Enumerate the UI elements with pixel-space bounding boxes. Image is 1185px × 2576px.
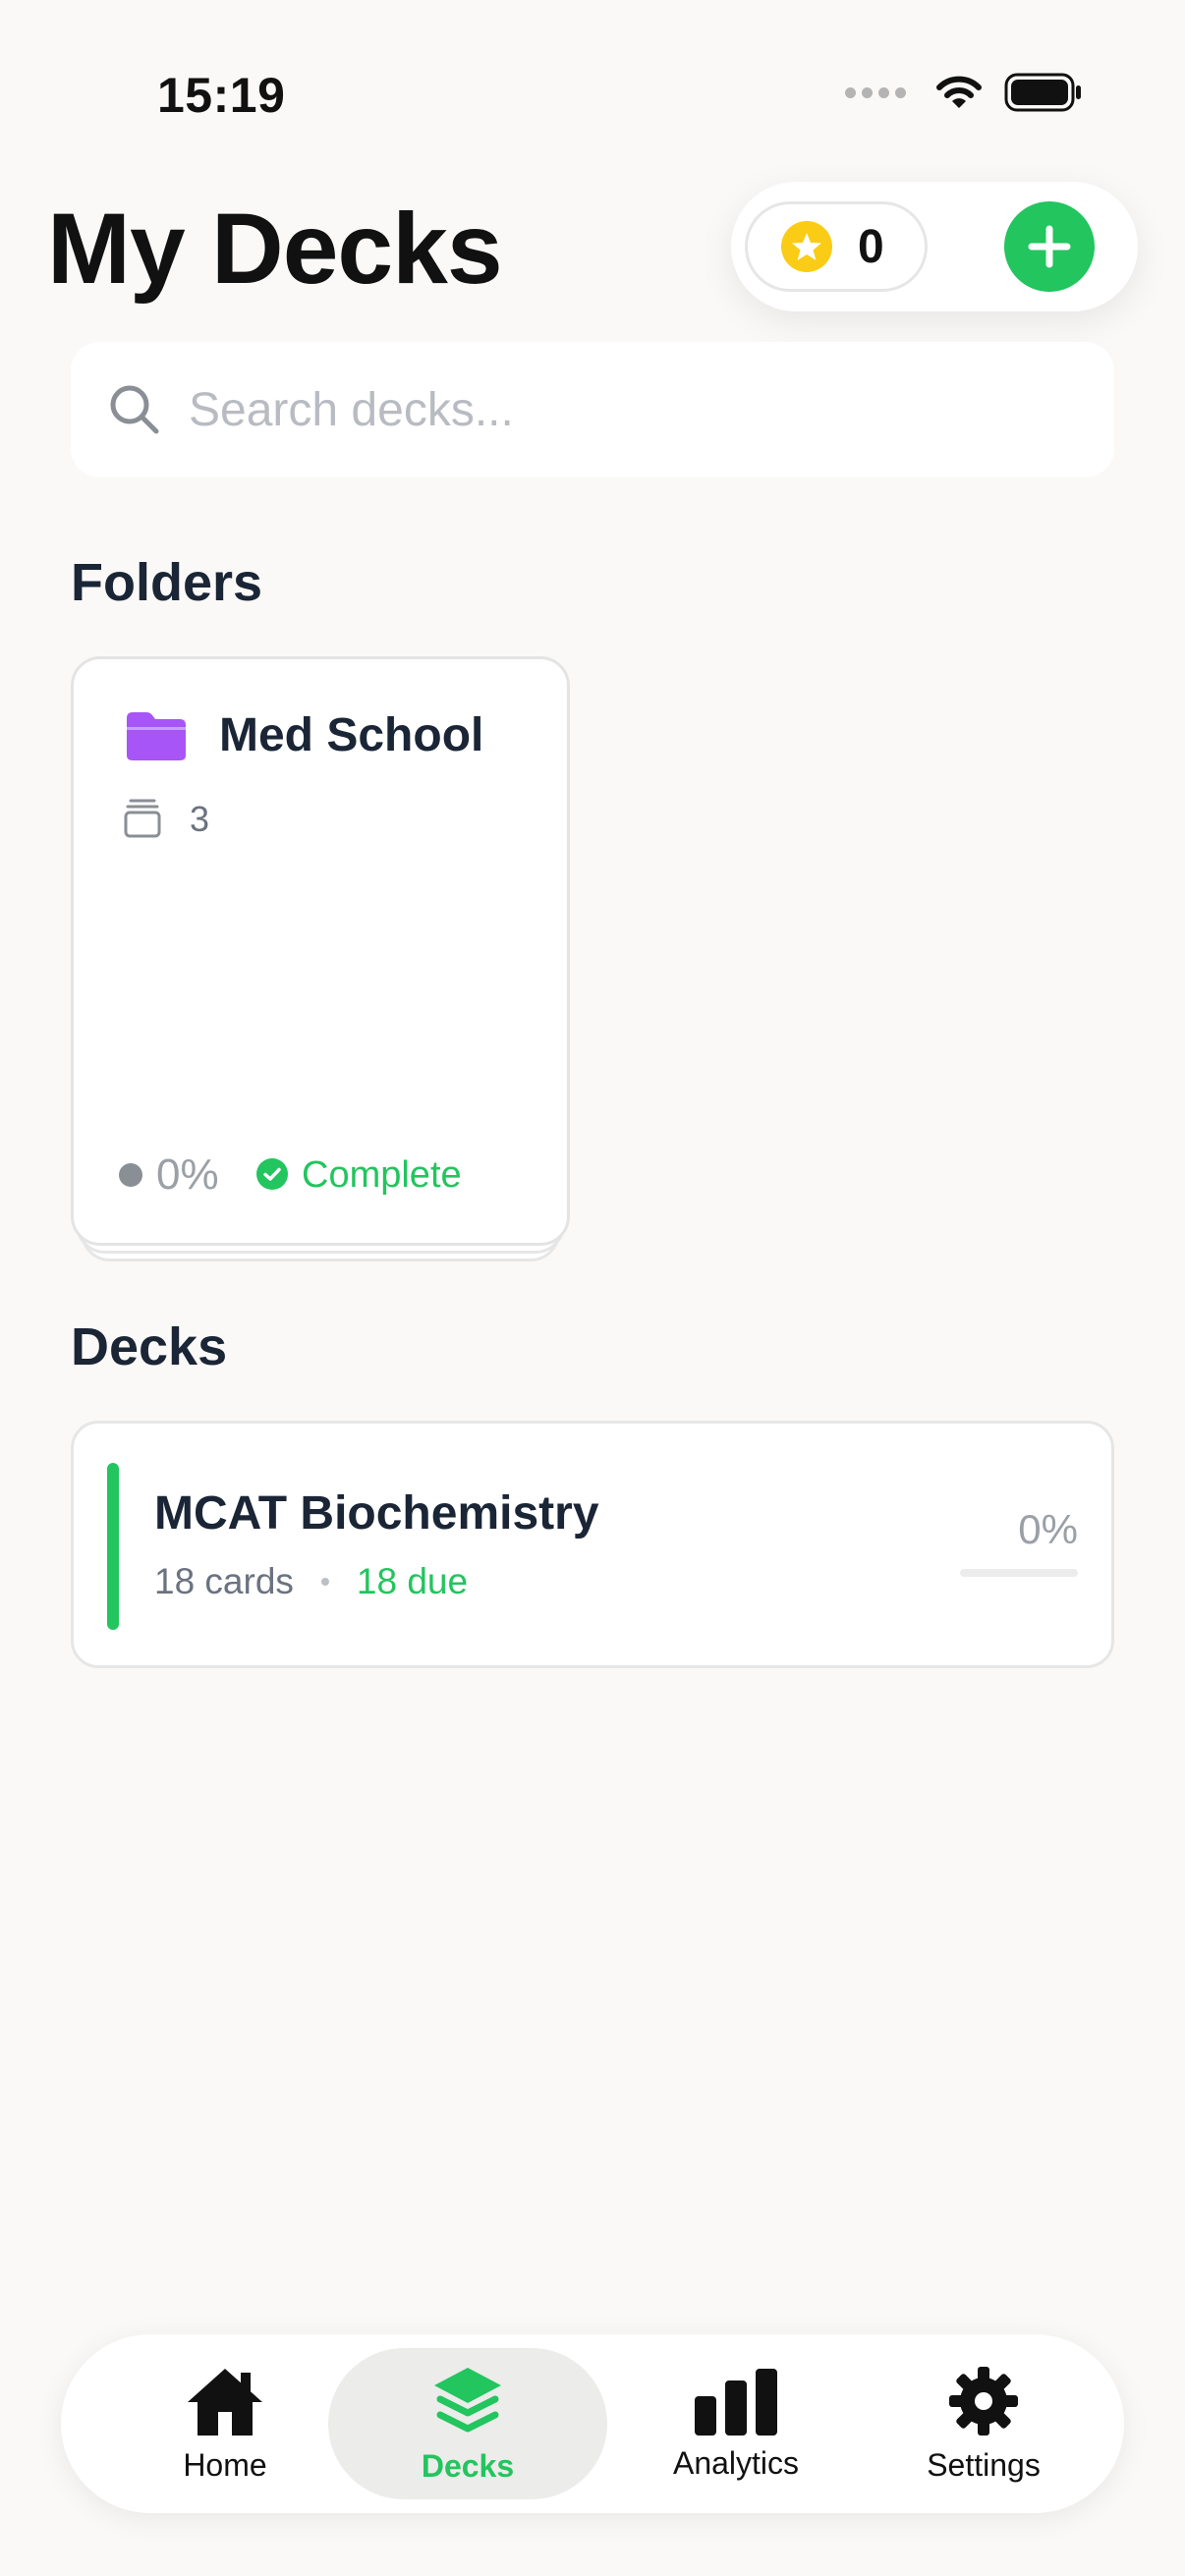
page-title: My Decks xyxy=(47,193,503,305)
status-bar: 15:19 xyxy=(0,0,1185,147)
tab-settings[interactable]: Settings xyxy=(873,2348,1095,2499)
folder-deck-count: 3 xyxy=(190,799,210,839)
tab-decks[interactable]: Decks xyxy=(328,2348,607,2499)
battery-icon xyxy=(1004,73,1081,112)
search-icon xyxy=(110,385,159,434)
tab-label: Decks xyxy=(421,2447,515,2484)
deck-accent-bar xyxy=(107,1463,119,1630)
status-time: 15:19 xyxy=(157,68,286,123)
deck-stack-icon xyxy=(124,799,161,838)
status-icons xyxy=(845,73,1083,112)
home-icon xyxy=(188,2368,262,2436)
separator-dot xyxy=(320,1578,329,1586)
deck-card-count: 18 cards xyxy=(154,1561,294,1601)
folder-card-stack: Med School 3 0% Complete xyxy=(71,656,570,1265)
folder-progress: 0% xyxy=(156,1150,219,1199)
header-actions: 0 xyxy=(731,182,1138,311)
folders-heading: Folders xyxy=(71,553,263,612)
coin-count: 0 xyxy=(858,220,884,273)
search-box[interactable] xyxy=(71,342,1114,477)
tab-label: Settings xyxy=(927,2446,1041,2483)
coin-balance-chip[interactable]: 0 xyxy=(745,201,928,292)
tab-label: Analytics xyxy=(672,2444,800,2481)
folder-icon xyxy=(127,712,186,760)
progress-dot xyxy=(119,1163,142,1187)
folder-card[interactable]: Med School 3 0% Complete xyxy=(71,656,570,1246)
check-circle-icon xyxy=(256,1158,288,1190)
folder-name: Med School xyxy=(219,709,484,761)
plus-icon xyxy=(1028,225,1071,268)
add-deck-button[interactable] xyxy=(1004,201,1095,292)
tab-home[interactable]: Home xyxy=(122,2348,328,2499)
cellular-signal-icon xyxy=(845,86,906,98)
wifi-icon xyxy=(936,76,982,108)
layers-icon xyxy=(434,2367,501,2432)
bar-chart-icon xyxy=(695,2368,777,2436)
deck-due-count: 18 due xyxy=(356,1561,469,1601)
search-input[interactable] xyxy=(189,382,1053,437)
deck-progress-bar xyxy=(960,1569,1078,1577)
star-coin-icon xyxy=(781,221,832,272)
deck-card[interactable]: MCAT Biochemistry 18 cards 18 due 0% xyxy=(71,1421,1114,1668)
deck-name: MCAT Biochemistry xyxy=(154,1487,599,1540)
tab-analytics[interactable]: Analytics xyxy=(625,2348,847,2499)
decks-heading: Decks xyxy=(71,1317,228,1376)
gear-icon xyxy=(949,2366,1018,2436)
tab-label: Home xyxy=(183,2446,267,2483)
deck-progress-percent: 0% xyxy=(1018,1506,1078,1552)
bottom-tab-bar: Home Decks Analytics Settings xyxy=(61,2334,1124,2513)
deck-meta: 18 cards 18 due xyxy=(154,1561,468,1602)
folder-status: Complete xyxy=(302,1154,462,1196)
